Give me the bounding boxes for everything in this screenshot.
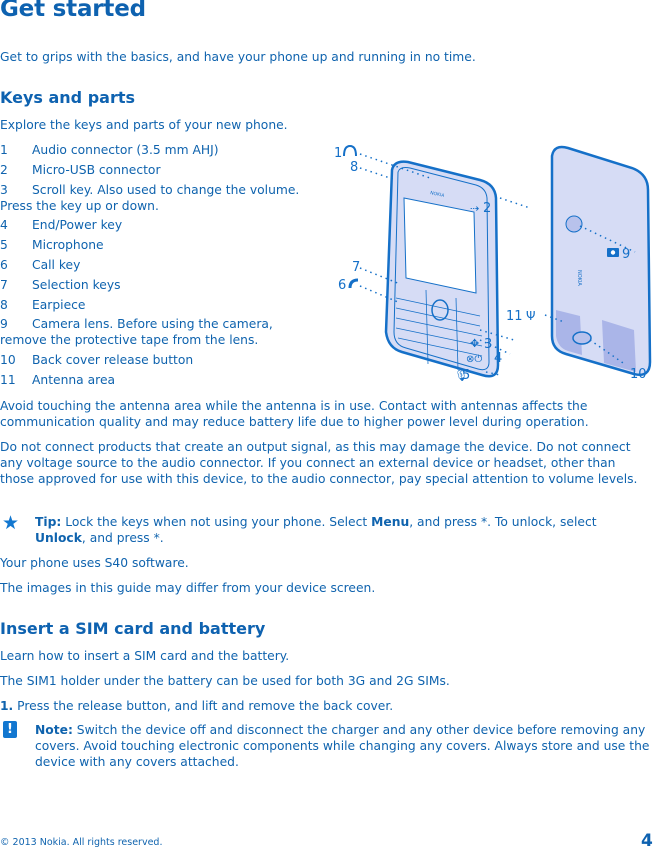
headphone-icon — [343, 144, 357, 157]
front-phone: NOKIA — [384, 160, 500, 378]
star-icon: ★ — [2, 512, 20, 534]
part-item: 10 Back cover release button — [0, 353, 194, 368]
parts-list: 1 Audio connector (3.5 mm AHJ) 2 Micro-USB… — [0, 142, 325, 392]
sim-heading: Insert a SIM card and battery — [0, 619, 266, 638]
tip-text: Tip: Lock the keys when not using your p… — [35, 515, 597, 545]
keys-parts-heading: Keys and parts — [0, 88, 136, 107]
phone-brand-back: NOKIA — [576, 270, 582, 286]
antenna-warning: Avoid touching the antenna area while th… — [0, 399, 589, 429]
callout-2: 2 — [483, 201, 491, 216]
page-title: Get started — [0, 0, 146, 22]
intro-text: Get to grips with the basics, and have y… — [0, 50, 476, 64]
connect-warning: Do not connect products that create an o… — [0, 440, 638, 486]
callout-10: 10 — [630, 367, 647, 382]
back-phone: NOKIA — [550, 145, 652, 376]
release-button — [572, 331, 592, 345]
callout-1: 1 — [334, 146, 342, 161]
callout-9: 9 — [622, 247, 630, 262]
scroll-key — [431, 299, 449, 321]
callout-8: 8 — [350, 160, 358, 175]
images-note: The images in this guide may differ from… — [0, 581, 376, 595]
usb-icon: ⇢ — [470, 202, 479, 215]
software-text: Your phone uses S40 software. — [0, 556, 189, 570]
call-icon — [348, 278, 359, 289]
callout-6: 6 — [338, 278, 346, 293]
part-item: 3 Scroll key. Also used to change the vol… — [0, 182, 300, 213]
part-item: 2 Micro-USB connector — [0, 162, 161, 177]
part-item: 9 Camera lens. Before using the camera, re… — [0, 317, 273, 348]
end-power-icon: ⊗⏻ — [466, 354, 482, 365]
sim-holder-text: The SIM1 holder under the battery can be… — [0, 674, 450, 688]
callout-11: 11 — [506, 309, 523, 324]
part-item: 7 Selection keys — [0, 277, 121, 292]
part-item: 8 Earpiece — [0, 297, 86, 312]
exclamation-icon: ! — [3, 721, 17, 738]
keys-parts-intro: Explore the keys and parts of your new p… — [0, 118, 288, 132]
copyright: © 2013 Nokia. All rights reserved. — [0, 837, 163, 848]
scroll-icon: ✥ — [470, 337, 479, 350]
callout-3: 3 — [484, 337, 492, 352]
sim-intro: Learn how to insert a SIM card and the b… — [0, 649, 290, 663]
step-1: 1. Press the release button, and lift an… — [0, 699, 394, 713]
callout-4: 4 — [494, 351, 502, 366]
camera-lens — [565, 215, 583, 233]
part-item: 1 Audio connector (3.5 mm AHJ) — [0, 143, 219, 157]
part-item: 11 Antenna area — [0, 372, 116, 387]
part-item: 5 Microphone — [0, 238, 104, 253]
part-item: 4 End/Power key — [0, 218, 123, 233]
part-item: 6 Call key — [0, 257, 81, 272]
callout-7: 7 — [352, 260, 360, 275]
note-text: Note: Switch the device off and disconne… — [35, 723, 650, 769]
antenna-icon: Ψ — [526, 309, 535, 323]
callout-5: 5 — [462, 368, 470, 383]
page-number: 4 — [641, 831, 653, 851]
phone-illustration: NOKIA NOKIA 1 8 ⇢ 2 7 6 ✥ 3 ⊗⏻ 4 🎙︎ 5 9 … — [334, 144, 652, 383]
